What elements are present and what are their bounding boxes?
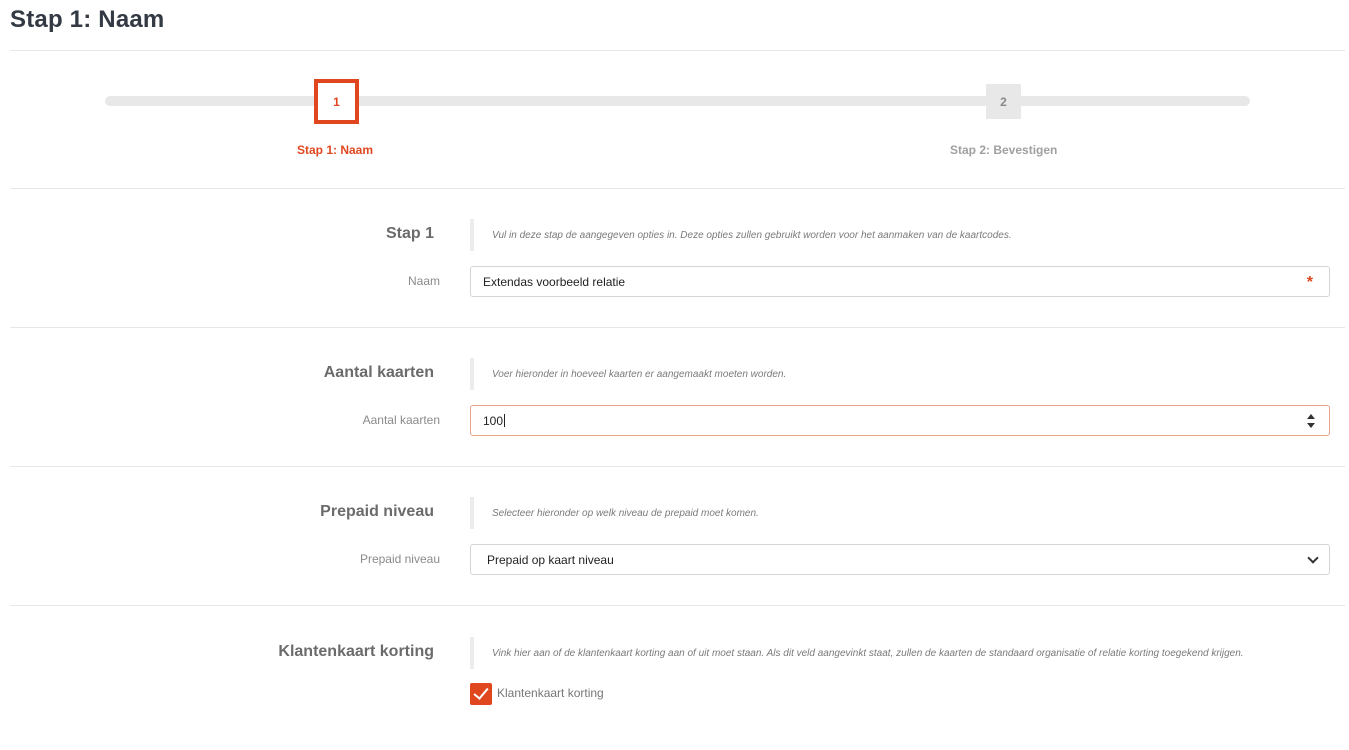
asterisk-icon: *: [1306, 274, 1313, 291]
text-cursor: [504, 414, 506, 427]
divider: [10, 188, 1345, 189]
prepaid-level-select[interactable]: Prepaid op kaart niveau: [470, 544, 1330, 575]
name-input-value: Extendas voorbeeld relatie: [483, 274, 626, 289]
section-title: Klantenkaart korting: [278, 643, 434, 660]
section-description: Selecteer hieronder op welk niveau de pr…: [470, 497, 759, 529]
chevron-down-icon: [1307, 552, 1319, 564]
cards-count-value: 100: [483, 413, 504, 428]
section-description: Vul in deze stap de aangegeven opties in…: [470, 219, 1012, 251]
step-1-label: Stap 1: Naam: [297, 143, 374, 157]
step-1-indicator[interactable]: 1: [314, 79, 359, 124]
section-title: Aantal kaarten: [323, 364, 434, 381]
divider: [10, 50, 1345, 51]
stepper-track: [105, 96, 1250, 106]
discount-checkbox[interactable]: [470, 683, 492, 705]
name-label: Naam: [407, 274, 440, 288]
section-description: Voer hieronder in hoeveel kaarten er aan…: [470, 358, 786, 390]
spinner-arrows-icon[interactable]: [1307, 414, 1315, 428]
section-title: Stap 1: [385, 225, 434, 242]
cards-count-input[interactable]: 100: [470, 405, 1330, 436]
step-2-label: Stap 2: Bevestigen: [950, 143, 1058, 157]
divider: [10, 605, 1345, 606]
description-text: Vul in deze stap de aangegeven opties in…: [492, 229, 1012, 241]
prepaid-level-selected: Prepaid op kaart niveau: [487, 552, 614, 567]
discount-checkbox-label[interactable]: Klantenkaart korting: [497, 686, 604, 700]
cards-count-label: Aantal kaarten: [362, 413, 440, 427]
description-text: Vink hier aan of de klantenkaart korting…: [492, 647, 1244, 659]
divider: [10, 327, 1345, 328]
page-title: Stap 1: Naam: [10, 6, 165, 33]
section-title: Prepaid niveau: [320, 503, 434, 520]
divider: [10, 466, 1345, 467]
step-2-indicator[interactable]: 2: [986, 84, 1021, 119]
name-input[interactable]: Extendas voorbeeld relatie *: [470, 266, 1330, 297]
description-text: Voer hieronder in hoeveel kaarten er aan…: [492, 368, 787, 380]
description-text: Selecteer hieronder op welk niveau de pr…: [492, 507, 759, 519]
section-description: Vink hier aan of de klantenkaart korting…: [470, 637, 1244, 669]
prepaid-level-label: Prepaid niveau: [359, 552, 440, 566]
